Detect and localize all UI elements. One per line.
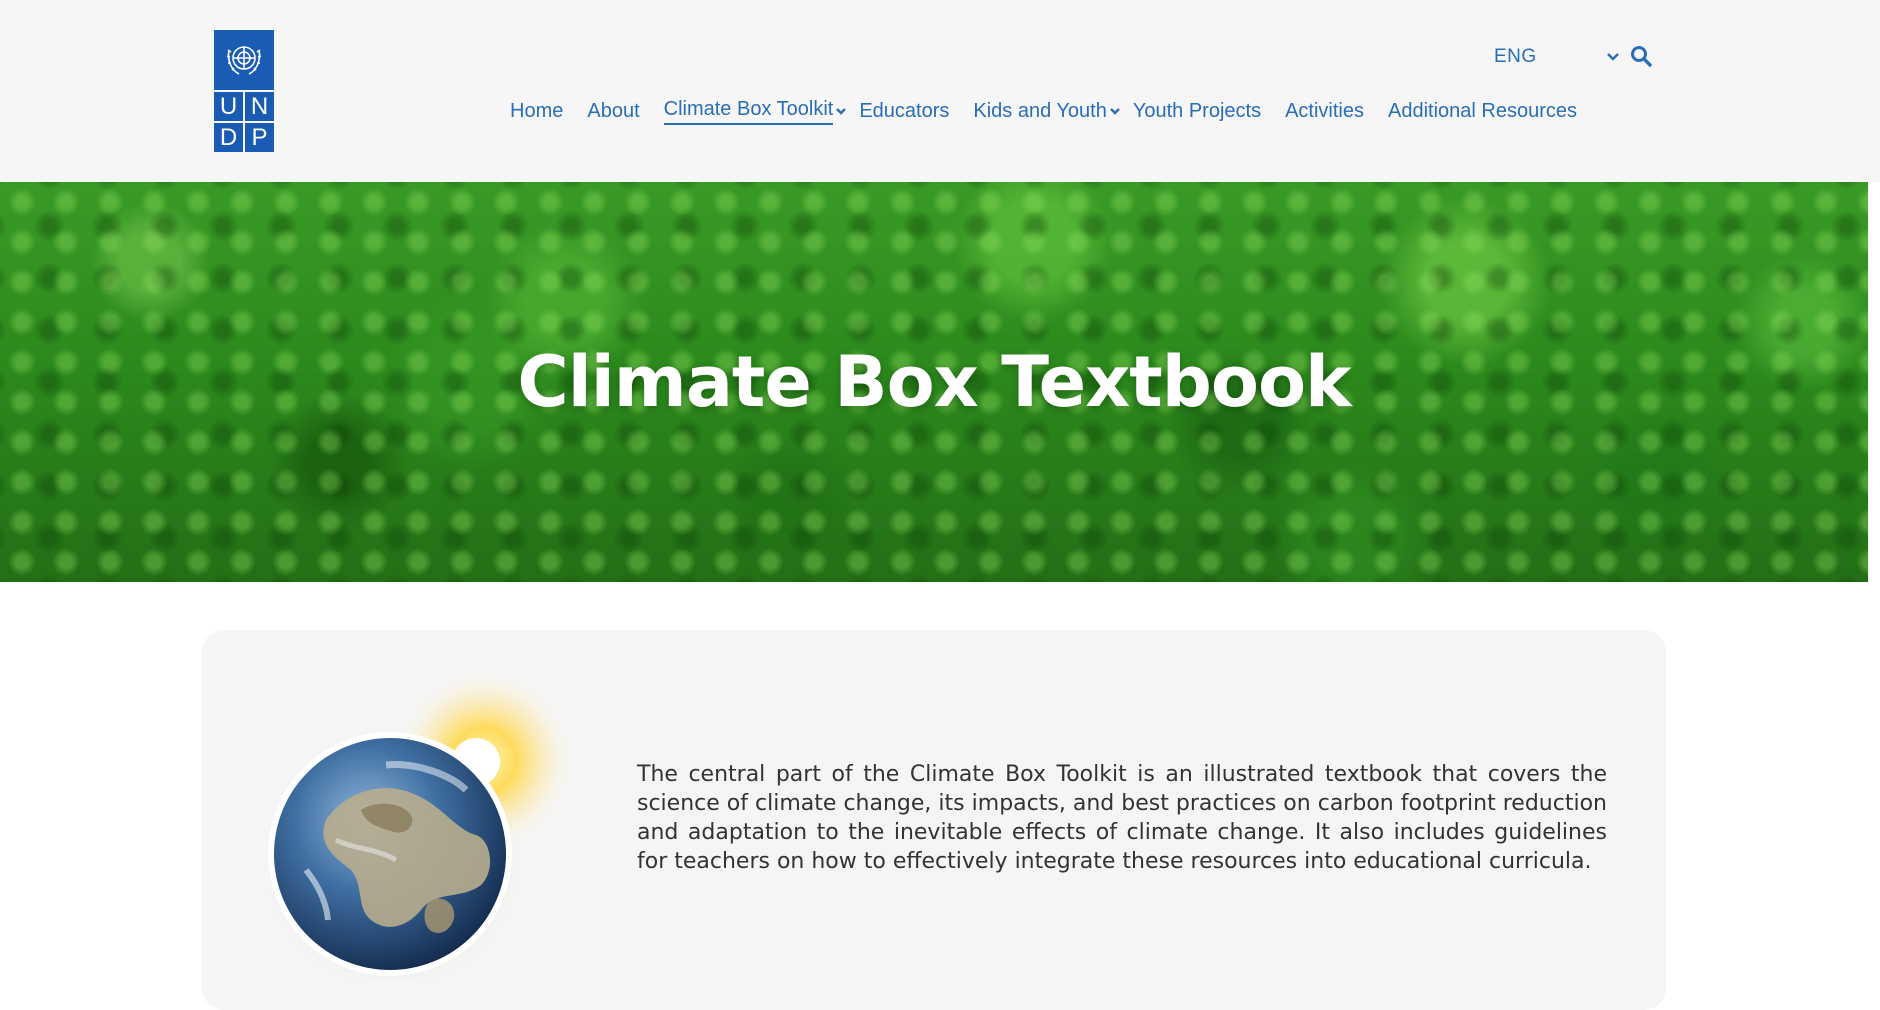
nav-item-additional-resources[interactable]: Additional Resources (1388, 96, 1577, 126)
chevron-down-icon[interactable] (1109, 106, 1121, 116)
scrollbar-track[interactable] (1868, 182, 1880, 996)
logo-letter-d: D (214, 123, 243, 152)
nav-item-activities[interactable]: Activities (1285, 96, 1364, 126)
nav-item-educators[interactable]: Educators (859, 96, 949, 126)
site-header: U N D P ENG Home About Climate Box Toolk… (0, 0, 1880, 182)
page-title: Climate Box Textbook (517, 341, 1351, 423)
logo-letter-u: U (214, 92, 243, 121)
nav-label: Kids and Youth (973, 99, 1107, 122)
chevron-down-icon[interactable] (835, 106, 847, 116)
nav-item-climate-box-toolkit[interactable]: Climate Box Toolkit (663, 96, 848, 126)
nav-label: Activities (1285, 99, 1364, 122)
undp-letters: U N D P (214, 90, 274, 152)
un-emblem-icon (214, 30, 274, 88)
intro-description: The central part of the Climate Box Tool… (637, 762, 1607, 874)
nav-label: Home (510, 99, 564, 122)
search-icon[interactable] (1630, 45, 1654, 69)
logo-letter-p: P (245, 123, 274, 152)
nav-label: Additional Resources (1388, 99, 1577, 122)
language-label: ENG (1494, 46, 1537, 67)
nav-item-youth-projects[interactable]: Youth Projects (1133, 96, 1261, 126)
chevron-down-icon (1606, 52, 1620, 62)
main-nav: Home About Climate Box Toolkit Educators… (510, 96, 1577, 126)
nav-item-kids-and-youth[interactable]: Kids and Youth (973, 96, 1120, 126)
nav-item-about[interactable]: About (587, 96, 639, 126)
nav-label: Climate Box Toolkit (663, 98, 834, 125)
nav-label: Youth Projects (1132, 99, 1262, 122)
earth-with-sun-icon (266, 668, 586, 990)
language-selector[interactable]: ENG (1494, 42, 1620, 72)
hero-banner: Climate Box Textbook (0, 182, 1880, 582)
nav-item-home[interactable]: Home (510, 96, 563, 126)
undp-logo[interactable]: U N D P (214, 30, 274, 152)
nav-label: Educators (859, 99, 950, 122)
logo-letter-n: N (245, 92, 274, 121)
nav-label: About (587, 99, 640, 122)
